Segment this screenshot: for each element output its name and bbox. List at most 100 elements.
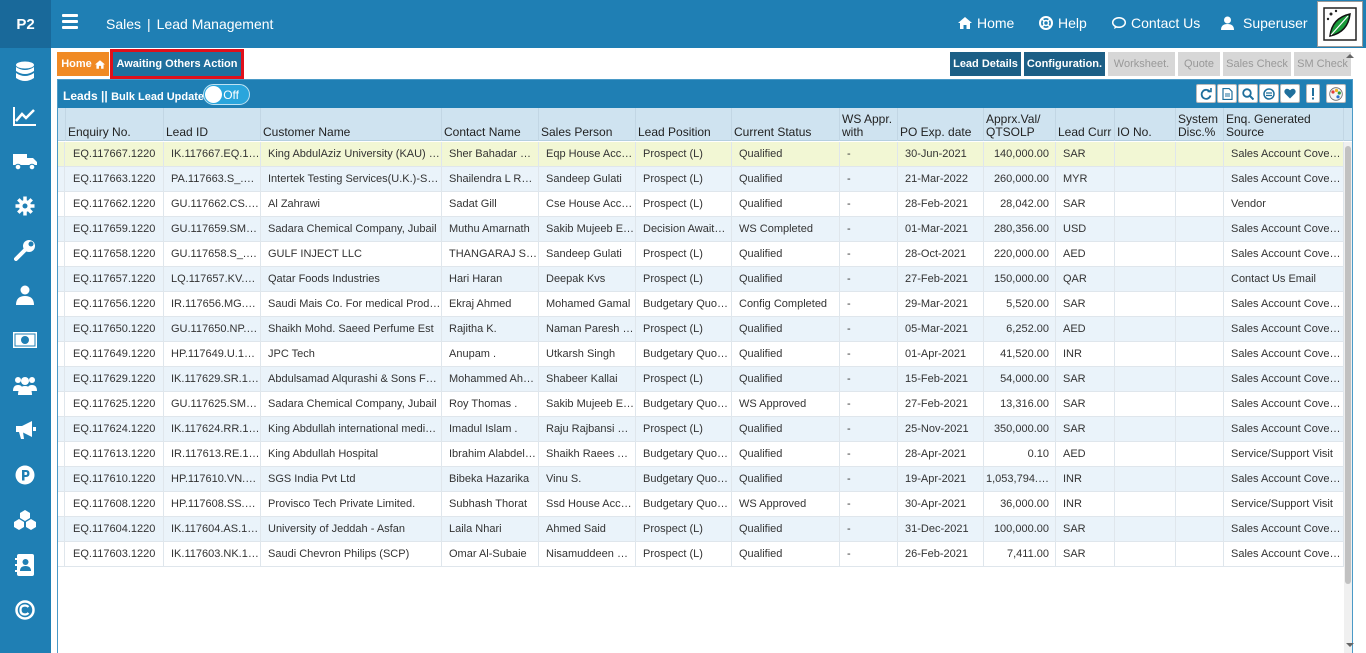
toggle-state-label: Off <box>223 87 239 102</box>
filter-button[interactable] <box>1259 84 1279 103</box>
column-header-contact-name[interactable]: Contact Name <box>442 108 539 141</box>
cubes-icon[interactable] <box>13 508 37 532</box>
gear-icon[interactable] <box>13 194 37 218</box>
truck-icon[interactable] <box>13 149 37 173</box>
search-button[interactable] <box>1238 84 1258 103</box>
table-row[interactable]: EQ.117656.1220 IR.117656.MG.1220 Saudi Mai… <box>58 292 1344 317</box>
column-header-system-disc[interactable]: System Disc.% <box>1176 108 1224 141</box>
table-row[interactable]: EQ.117658.1220 GU.117658.S_.1220 GULF INJE… <box>58 242 1344 267</box>
column-header-sales-person[interactable]: Sales Person <box>539 108 636 141</box>
table-row[interactable]: EQ.117657.1220 LQ.117657.KV.1220 Qatar Foo… <box>58 267 1344 292</box>
table-row[interactable]: EQ.117604.1220 IK.117604.AS.1220 Universit… <box>58 517 1344 542</box>
cell-lead-position: Prospect (L) <box>636 142 732 166</box>
chart-line-icon[interactable] <box>13 104 37 128</box>
scroll-up-arrow-icon[interactable] <box>1345 51 1355 61</box>
table-row[interactable]: EQ.117662.1220GU.117662.CS.1220Al Zahraw… <box>58 192 1344 217</box>
table-row[interactable]: EQ.117624.1220 IK.117624.RR.1220 King Abdu… <box>58 417 1344 442</box>
users-icon[interactable] <box>13 373 37 397</box>
bulk-lead-update-label: Bulk Lead Update <box>111 91 204 103</box>
cell-contact-name: Sher Bahadar Khan <box>442 142 539 166</box>
column-header-io-no[interactable]: IO No. <box>1115 108 1176 141</box>
user-profile-icon[interactable] <box>13 283 37 307</box>
cell-apprx-val: 28,042.00 <box>984 192 1056 216</box>
column-header-enquiry-no[interactable]: Enquiry No. <box>66 108 164 141</box>
cell-lead-curr: USD <box>1056 217 1115 241</box>
table-header: Enquiry No. Lead ID Customer Name Contact N… <box>58 108 1352 141</box>
table-row[interactable]: EQ.117667.1220 IK.117667.EQ.1220 King Abdu… <box>58 142 1344 167</box>
cell-po-exp-date: 01-Mar-2021 <box>898 217 984 241</box>
table-row[interactable]: EQ.117629.1220 IK.117629.SR.1220 Abdulsama… <box>58 367 1344 392</box>
column-header-ws-appr-with[interactable]: WS Appr. with <box>840 108 898 141</box>
refresh-button[interactable] <box>1196 84 1216 103</box>
tab-lead-details[interactable]: Lead Details <box>950 52 1021 76</box>
p-circle-icon[interactable] <box>13 463 37 487</box>
cell-po-exp-date: 21-Mar-2022 <box>898 167 984 191</box>
cell-apprx-val: 6,252.00 <box>984 317 1056 341</box>
tab-quote[interactable]: Quote <box>1178 52 1220 76</box>
column-header-po-exp-date[interactable]: PO Exp. date <box>898 108 984 141</box>
theme-button[interactable] <box>1326 84 1346 103</box>
column-header-customer-name[interactable]: Customer Name <box>261 108 442 141</box>
tab-sales-check[interactable]: Sales Check <box>1223 52 1291 76</box>
wrench-icon[interactable] <box>13 238 37 262</box>
export-button[interactable] <box>1217 84 1237 103</box>
megaphone-icon[interactable] <box>13 418 37 442</box>
row-gutter <box>58 267 65 291</box>
cell-ws-appr-with: - <box>840 417 898 441</box>
bulk-update-toggle[interactable]: Off <box>203 84 250 105</box>
brand-logo[interactable]: P2 <box>0 0 51 48</box>
cell-system-disc <box>1176 467 1224 491</box>
cell-customer-name: University of Jeddah - Asfan <box>261 517 442 541</box>
table-row[interactable]: EQ.117613.1220 IR.117613.RE.1220 King Abdu… <box>58 442 1344 467</box>
table-row[interactable]: EQ.117650.1220 GU.117650.NP.1220 Shaikh Mo… <box>58 317 1344 342</box>
tab-home[interactable]: Home <box>57 52 109 76</box>
copyright-icon[interactable] <box>13 598 37 622</box>
tab-worksheet[interactable]: Worksheet. <box>1108 52 1175 76</box>
tab-configuration[interactable]: Configuration. <box>1024 52 1105 76</box>
table-row[interactable]: EQ.117663.1220 PA.117663.S_.1220 Intertek … <box>58 167 1344 192</box>
column-header-current-status[interactable]: Current Status <box>732 108 840 141</box>
more-options-button[interactable] <box>1306 84 1320 103</box>
cell-customer-name: Sadara Chemical Company, Jubail <box>261 217 442 241</box>
cell-customer-name: Sadara Chemical Company, Jubail <box>261 392 442 416</box>
company-logo[interactable] <box>1317 1 1363 47</box>
menu-toggle-icon[interactable] <box>62 14 78 29</box>
scrollbar-thumb[interactable] <box>1345 146 1351 584</box>
nav-contact-link[interactable]: Contact Us <box>1112 15 1200 31</box>
table-row[interactable]: EQ.117659.1220GU.117659.SM.1220Sadara Ch… <box>58 217 1344 242</box>
row-gutter <box>58 142 65 166</box>
address-book-icon[interactable] <box>13 553 37 577</box>
favorite-button[interactable] <box>1280 84 1300 103</box>
column-header-lead-curr[interactable]: Lead Curr <box>1056 108 1115 141</box>
money-icon[interactable] <box>13 328 37 352</box>
tab-sm-check[interactable]: SM Check <box>1294 52 1351 76</box>
cell-enquiry-no: EQ.117662.1220 <box>66 192 164 216</box>
column-header-apprx-val[interactable]: Apprx.Val/ QTSOLP <box>984 108 1056 141</box>
table-row[interactable]: EQ.117610.1220 HP.117610.VN.1220 SGS India… <box>58 467 1344 492</box>
scroll-down-arrow-icon[interactable] <box>1345 640 1355 650</box>
cell-sales-person: Shabeer Kallai <box>539 367 636 391</box>
palette-icon <box>1329 86 1343 101</box>
cell-lead-id: IK.117629.SR.1220 <box>164 367 261 391</box>
cell-enq-generated-source: Sales Account Coverage <box>1224 317 1344 341</box>
cell-sales-person: Shaikh Raees Ahmed <box>539 442 636 466</box>
cell-current-status: Qualified <box>732 467 840 491</box>
nav-home-label: Home <box>977 15 1015 31</box>
table-row[interactable]: EQ.117608.1220 HP.117608.SS.1220 Provisco … <box>58 492 1344 517</box>
nav-help-link[interactable]: Help <box>1039 15 1087 31</box>
cell-enquiry-no: EQ.117624.1220 <box>66 417 164 441</box>
database-icon[interactable] <box>13 60 37 84</box>
cell-lead-position: Budgetary Quote (L) <box>636 467 732 491</box>
tab-awaiting-others-action[interactable]: Awaiting Others Action <box>110 49 244 79</box>
nav-home-link[interactable]: Home <box>958 15 1014 31</box>
column-header-lead-id[interactable]: Lead ID <box>164 108 261 141</box>
cell-apprx-val: 13,316.00 <box>984 392 1056 416</box>
column-header-lead-position[interactable]: Lead Position <box>636 108 732 141</box>
cell-enquiry-no: EQ.117659.1220 <box>66 217 164 241</box>
table-row[interactable]: EQ.117649.1220 HP.117649.U.1220 JPC Tech An… <box>58 342 1344 367</box>
table-row[interactable]: EQ.117603.1220 IK.117603.NK.1220 Saudi Che… <box>58 542 1344 567</box>
column-header-enq-generated-source[interactable]: Enq. Generated Source <box>1224 108 1344 141</box>
nav-user-link[interactable]: Superuser <box>1221 15 1308 31</box>
table-vertical-scrollbar[interactable] <box>1344 142 1352 653</box>
table-row[interactable]: EQ.117625.1220GU.117625.SM.1220Sadara Ch… <box>58 392 1344 417</box>
